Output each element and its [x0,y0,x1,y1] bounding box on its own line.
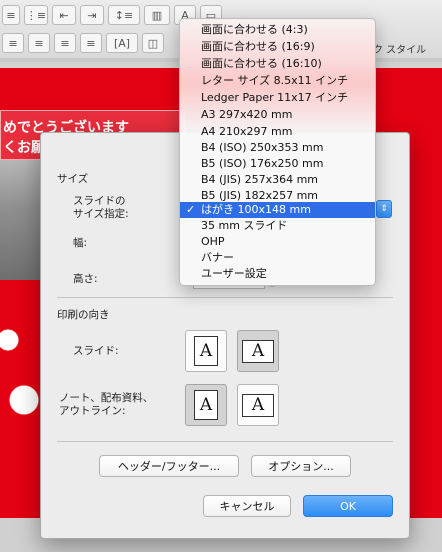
slide-size-label-line2: サイズ指定: [73,208,129,220]
menu-item-label: 画面に合わせる (4:3) [201,23,308,36]
menu-item-label: はがき 100x148 mm [201,203,311,216]
landscape-page-icon: A [242,339,274,363]
options-button[interactable]: オプション... [251,455,351,477]
menu-item-label: 画面に合わせる (16:9) [201,40,315,53]
slide-size-select-arrow[interactable]: ⇕ [376,200,392,218]
menu-item[interactable]: B5 (ISO) 176x250 mm [180,156,375,172]
menu-item-label: ユーザー設定 [201,267,267,280]
menu-item[interactable]: 画面に合わせる (16:9) [180,39,375,55]
decrease-indent-button[interactable]: ⇤ [52,5,76,25]
menu-item-label: B4 (JIS) 257x364 mm [201,173,319,186]
menu-item-label: B5 (JIS) 182x257 mm [201,189,319,202]
notes-portrait-option[interactable]: A [185,384,227,426]
height-label: 高さ: [73,273,98,285]
size-section-title: サイズ [57,173,89,185]
menu-item-label: OHP [201,235,225,248]
header-footer-button[interactable]: ヘッダー/フッター... [99,455,239,477]
menu-item[interactable]: Ledger Paper 11x17 インチ [180,90,375,106]
align-left-button[interactable]: ≡ [2,33,24,53]
menu-item-label: A3 297x420 mm [201,108,293,121]
menu-item-label: A4 210x297 mm [201,125,293,138]
divider-1 [57,297,393,298]
menu-item-label: B4 (ISO) 250x353 mm [201,141,324,154]
smartart-button[interactable]: ◫ [142,33,164,53]
notes-landscape-option[interactable]: A [237,384,279,426]
menu-item[interactable]: 35 mm スライド [180,218,375,234]
align-right-button[interactable]: ≡ [54,33,76,53]
landscape-page-icon: A [242,393,274,417]
align-center-button[interactable]: ≡ [28,33,50,53]
text-align-button[interactable]: [A] [106,33,138,53]
slide-size-label: スライドの サイズ指定: [73,195,129,221]
menu-item-label: Ledger Paper 11x17 インチ [201,91,349,104]
portrait-page-icon: A [194,390,218,420]
divider-2 [57,441,393,442]
menu-item[interactable]: 画面に合わせる (16:10) [180,56,375,72]
portrait-page-icon: A [194,336,218,366]
justify-button[interactable]: ≡ [80,33,102,53]
increase-indent-button[interactable]: ⇥ [80,5,104,25]
menu-item[interactable]: バナー [180,250,375,266]
notes-label-line1: ノート、配布資料、 [59,392,154,404]
columns-button[interactable]: ▥ [144,5,170,25]
line-spacing-button[interactable]: ↕≡ [108,5,140,25]
menu-item[interactable]: A4 210x297 mm [180,124,375,140]
menu-item[interactable]: B4 (ISO) 250x353 mm [180,140,375,156]
ok-button[interactable]: OK [303,495,393,517]
menu-item-label: B5 (ISO) 176x250 mm [201,157,324,170]
menu-item[interactable]: レター サイズ 8.5x11 インチ [180,73,375,89]
slide-splash-graphic [0,280,40,480]
orientation-section-title: 印刷の向き [57,309,110,321]
banner-text-2: くお願 [3,140,45,156]
slide-orientation-label: スライド: [73,345,119,357]
menu-item-label: レター サイズ 8.5x11 インチ [201,74,349,87]
notes-orientation-label: ノート、配布資料、 アウトライン: [59,392,153,418]
menu-item[interactable]: B4 (JIS) 257x364 mm [180,172,375,188]
toolbar-row-2: ≡ ≡ ≡ ≡ [A] ◫ [0,30,166,56]
slide-size-dropdown-menu: 画面に合わせる (4:3) 画面に合わせる (16:9) 画面に合わせる (16… [179,18,376,286]
width-label: 幅: [73,237,88,249]
menu-item-label: 35 mm スライド [201,219,288,232]
slide-landscape-option[interactable]: A [237,330,279,372]
menu-item-label: バナー [201,251,234,264]
menu-item[interactable]: 画面に合わせる (4:3) [180,22,375,38]
menu-item-label: 画面に合わせる (16:10) [201,57,322,70]
menu-item[interactable]: ユーザー設定 [180,266,375,282]
slide-size-label-line1: スライドの [73,195,126,207]
numbering-button[interactable]: ⋮≡ [24,5,48,25]
notes-label-line2: アウトライン: [59,405,126,417]
quick-style-label[interactable]: ク スタイル [373,41,426,56]
cancel-button[interactable]: キャンセル [203,495,291,517]
menu-item-selected[interactable]: ✓ はがき 100x148 mm [180,202,375,218]
slide-portrait-option[interactable]: A [185,330,227,372]
menu-item[interactable]: OHP [180,234,375,250]
bullets-button[interactable]: ≡ [2,5,20,25]
checkmark-icon: ✓ [186,203,196,216]
menu-item[interactable]: A3 297x420 mm [180,107,375,123]
